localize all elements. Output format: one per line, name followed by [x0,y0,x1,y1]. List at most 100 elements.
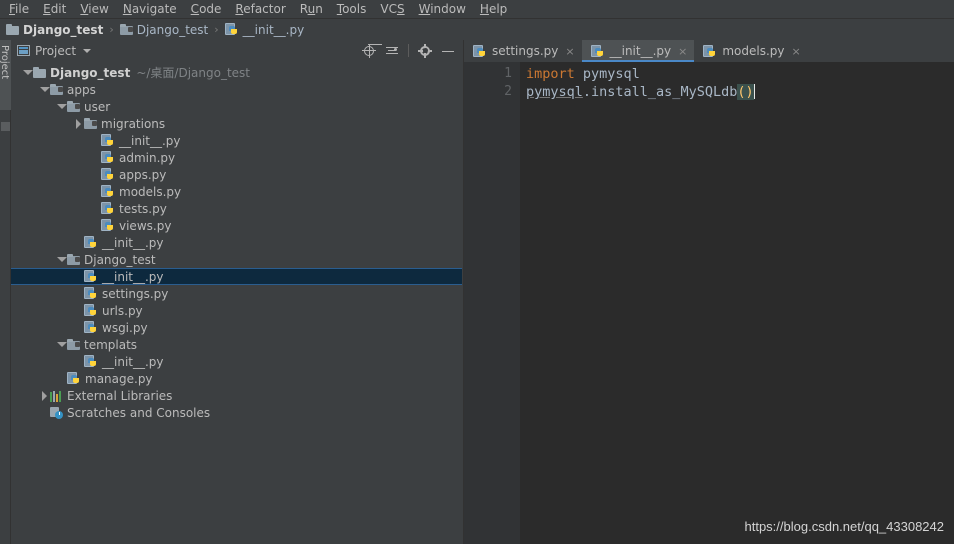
python-file-icon [101,202,115,215]
scratches-icon [50,406,63,419]
breadcrumb-item-label: Django_test [136,22,209,37]
menu-item-help[interactable]: Help [473,0,514,18]
menu-item-view[interactable]: View [73,0,115,18]
python-file-icon [67,372,81,385]
collapse-all-icon[interactable] [385,44,399,58]
code-editor[interactable]: 12 import pymysql pymysql.install_as_MySQ… [464,62,954,544]
menu-mnemonic: R [235,2,244,16]
tree-row[interactable]: urls.py [11,302,463,319]
python-file-icon [84,355,98,368]
tree-row-label: admin.py [119,150,176,165]
menu-item-vcs[interactable]: VCS [373,0,411,18]
breadcrumb-item[interactable]: Django_test [118,23,211,37]
tree-row[interactable]: apps.py [11,166,463,183]
breadcrumb-separator: › [214,23,219,36]
tree-row-label: wsgi.py [102,320,148,335]
menu-item-file[interactable]: File [2,0,36,18]
tree-row-label: models.py [119,184,182,199]
tree-row[interactable]: wsgi.py [11,319,463,336]
tree-row-label: Scratches and Consoles [67,405,211,420]
python-file-icon [224,23,239,36]
minimize-icon[interactable] [441,44,455,58]
settings-gear-icon[interactable] [418,43,432,58]
tree-twisty-down-icon[interactable] [39,84,50,95]
menu-item-code[interactable]: Code [184,0,229,18]
python-file-icon [101,168,115,181]
tree-row[interactable]: Django_test [11,251,463,268]
editor-tab[interactable]: models.py × [694,40,808,62]
tree-twisty-spacer [90,203,101,214]
close-icon[interactable]: × [678,46,687,57]
project-panel-title-group[interactable]: Project [17,44,92,58]
folder-icon [33,67,46,78]
tree-twisty-spacer [90,186,101,197]
python-file-icon [590,44,605,58]
tree-row[interactable]: migrations [11,115,463,132]
tree-twisty-right-icon[interactable] [73,118,84,129]
tree-row[interactable]: models.py [11,183,463,200]
tree-row[interactable]: __init__.py [11,234,463,251]
tree-row[interactable]: admin.py [11,149,463,166]
tree-row[interactable]: Django_test ~/桌面/Django_test [11,64,463,81]
breadcrumb-item[interactable]: __init__.py [223,23,307,37]
menu-item-navigate[interactable]: Navigate [116,0,184,18]
tree-row[interactable]: External Libraries [11,387,463,404]
tree-row-label: External Libraries [67,388,173,403]
editor-tab[interactable]: __init__.py × [581,40,695,62]
locate-icon[interactable] [362,43,376,58]
tree-twisty-spacer [56,373,67,384]
menu-item-refactor[interactable]: Refactor [228,0,292,18]
breadcrumb: Django_test › Django_test › __init__.py [0,19,954,40]
code-content[interactable]: import pymysql pymysql.install_as_MySQLdb… [520,62,954,544]
project-tool-window-tab-label: Project [0,45,10,80]
menu-item-edit[interactable]: Edit [36,0,73,18]
tree-row[interactable]: __init__.py [11,353,463,370]
python-file-icon [84,321,98,334]
tree-row-label: Django_test [50,65,131,80]
tree-twisty-spacer [39,407,50,418]
pycharm-window: File Edit View Navigate Code Refactor Run Tools… [0,0,954,544]
tree-row[interactable]: views.py [11,217,463,234]
tree-row-label: __init__.py [102,269,164,284]
tree-row-label: templats [84,337,138,352]
menu-mnemonic: F [9,2,16,16]
tree-twisty-down-icon[interactable] [56,254,67,265]
tree-row[interactable]: user [11,98,463,115]
tree-row[interactable]: tests.py [11,200,463,217]
code-token-paren: () [737,84,754,100]
menu-bar: File Edit View Navigate Code Refactor Run Tools… [0,0,954,19]
tree-row[interactable]: apps [11,81,463,98]
tree-row-label: user [84,99,111,114]
tree-row[interactable]: settings.py [11,285,463,302]
main-body: Project Project Django_test ~/桌面/Django_… [0,40,954,544]
chevron-down-icon[interactable] [83,48,92,53]
tree-twisty-down-icon[interactable] [22,67,33,78]
tree-twisty-down-icon[interactable] [56,101,67,112]
menu-item-run[interactable]: Run [293,0,330,18]
tree-row-selected[interactable]: __init__.py [11,268,462,285]
tree-row[interactable]: manage.py [11,370,463,387]
tree-row-label: __init__.py [119,133,181,148]
project-tool-window: Project Django_test ~/桌面/Django_test apps u… [11,40,463,544]
menu-mnemonic: E [43,2,51,16]
breadcrumb-item[interactable]: Django_test [4,23,105,37]
tree-twisty-spacer [73,237,84,248]
close-icon[interactable]: × [792,46,801,57]
menu-item-window[interactable]: Window [412,0,473,18]
editor-tab-label: models.py [722,44,785,58]
tree-twisty-spacer [73,356,84,367]
tree-twisty-down-icon[interactable] [56,339,67,350]
folder-module-icon [119,24,133,35]
tree-row[interactable]: __init__.py [11,132,463,149]
close-icon[interactable]: × [565,46,574,57]
python-file-icon [84,270,98,283]
tree-row[interactable]: templats [11,336,463,353]
project-tool-window-tab[interactable]: Project [0,40,11,110]
editor-tab[interactable]: settings.py × [464,40,582,62]
tree-row[interactable]: Scratches and Consoles [11,404,463,421]
tree-twisty-right-icon[interactable] [39,390,50,401]
python-file-icon [703,44,717,58]
menu-item-tools[interactable]: Tools [330,0,374,18]
code-line: import pymysql [526,65,954,83]
tree-row-label: settings.py [102,286,169,301]
